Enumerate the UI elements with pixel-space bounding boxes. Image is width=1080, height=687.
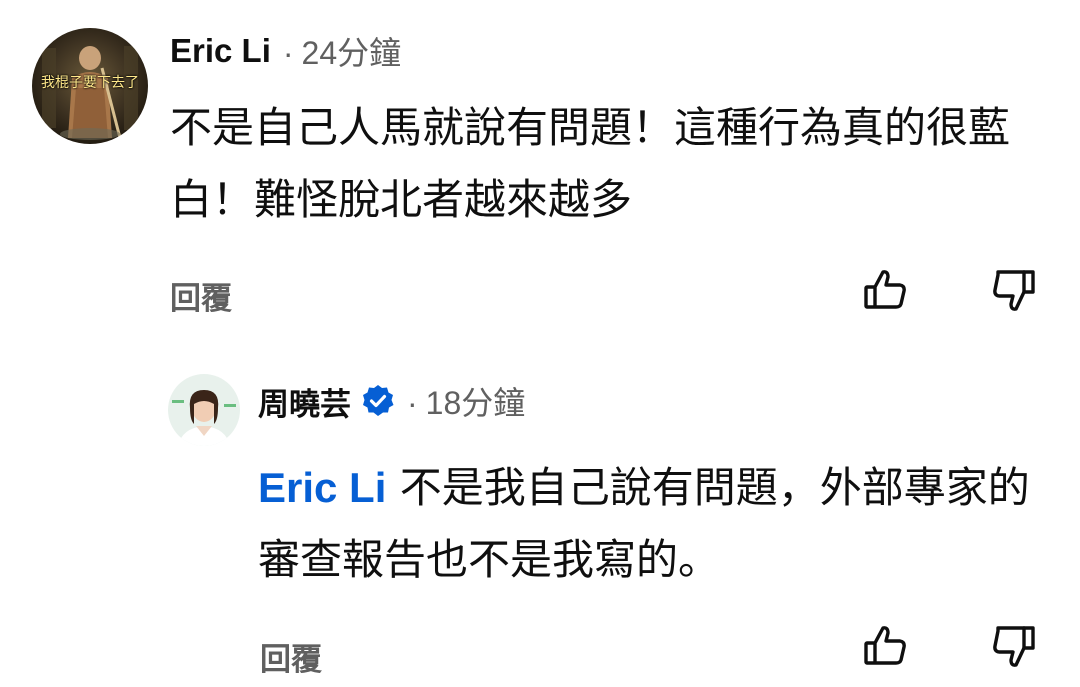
thumbs-up-icon[interactable]	[862, 622, 910, 670]
reply-button[interactable]: 回覆	[260, 634, 322, 679]
comment-text: Eric Li 不是我自己說有問題，外部專家的審查報告也不是我寫的。	[258, 452, 1048, 596]
avatar[interactable]	[168, 374, 240, 446]
timestamp[interactable]: · 24分鐘	[283, 28, 401, 74]
comment-header: Eric Li · 24分鐘	[170, 26, 401, 76]
thumbs-down-icon[interactable]	[990, 622, 1038, 670]
comment-eric-li: 我棍子要下去了 Eric Li · 24分鐘 不是自己人馬就說有問題！這種行為真的…	[0, 0, 1080, 330]
comment-text: 不是自己人馬就說有問題！這種行為真的很藍白！難怪脫北者越來越多	[170, 103, 1011, 224]
time-text: 18分鐘	[425, 385, 526, 421]
timestamp[interactable]: · 18分鐘	[407, 378, 525, 424]
author-name[interactable]: 周曉芸	[258, 379, 351, 424]
thumbs-down-icon[interactable]	[990, 266, 1038, 314]
author-name[interactable]: Eric Li	[170, 32, 271, 70]
reply-comment-zhou: 周曉芸 · 18分鐘 Eric Li 不是我自己說有問題，外部專家的審查報告也不是…	[0, 330, 1080, 687]
comment-header: 周曉芸 · 18分鐘	[258, 376, 525, 426]
avatar-caption: 我棍子要下去了	[41, 75, 139, 91]
separator-dot: ·	[407, 385, 418, 421]
verified-check-icon	[361, 384, 395, 418]
mention-link[interactable]: Eric Li	[258, 464, 386, 511]
separator-dot: ·	[282, 35, 294, 71]
avatar[interactable]: 我棍子要下去了	[32, 28, 148, 144]
thumbs-up-icon[interactable]	[862, 266, 910, 314]
time-text: 24分鐘	[301, 35, 402, 71]
reply-button[interactable]: 回覆	[170, 273, 232, 318]
